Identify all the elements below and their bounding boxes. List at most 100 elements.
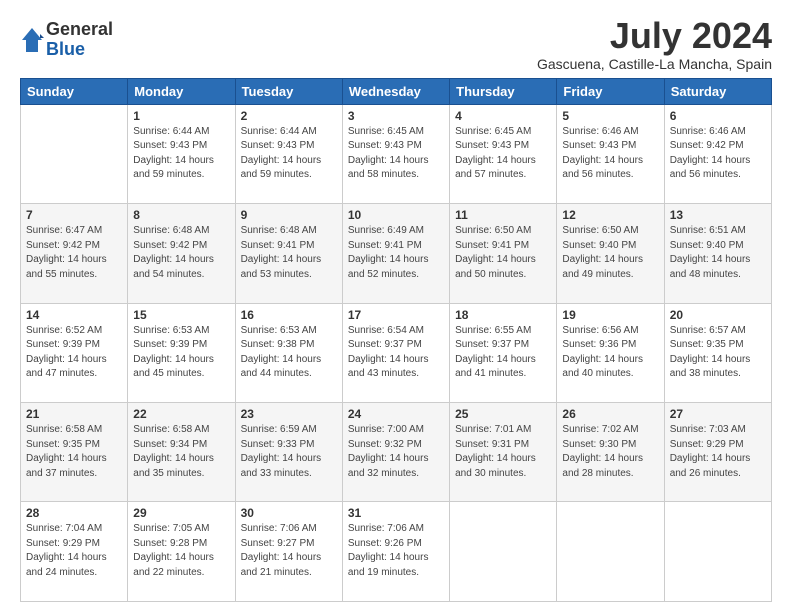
cell-info: Sunrise: 6:44 AM Sunset: 9:43 PM Dayligh… bbox=[241, 125, 337, 183]
cell-info: Sunrise: 6:58 AM Sunset: 9:35 PM Dayligh… bbox=[26, 423, 122, 481]
table-cell: 22 Sunrise: 6:58 AM Sunset: 9:34 PM Dayli… bbox=[128, 403, 235, 502]
table-row: 14 Sunrise: 6:52 AM Sunset: 9:39 PM Dayli… bbox=[21, 303, 772, 402]
day-number: 23 bbox=[241, 407, 337, 421]
logo-text: General Blue bbox=[46, 20, 113, 60]
day-number: 4 bbox=[455, 109, 551, 123]
cell-info: Sunrise: 6:48 AM Sunset: 9:41 PM Dayligh… bbox=[241, 224, 337, 282]
day-number: 11 bbox=[455, 208, 551, 222]
table-cell: 16 Sunrise: 6:53 AM Sunset: 9:38 PM Dayli… bbox=[235, 303, 342, 402]
table-row: 28 Sunrise: 7:04 AM Sunset: 9:29 PM Dayli… bbox=[21, 502, 772, 602]
cell-info: Sunrise: 6:55 AM Sunset: 9:37 PM Dayligh… bbox=[455, 324, 551, 382]
day-number: 7 bbox=[26, 208, 122, 222]
day-number: 20 bbox=[670, 308, 766, 322]
day-number: 28 bbox=[26, 506, 122, 520]
cell-info: Sunrise: 7:01 AM Sunset: 9:31 PM Dayligh… bbox=[455, 423, 551, 481]
cell-info: Sunrise: 7:05 AM Sunset: 9:28 PM Dayligh… bbox=[133, 522, 229, 580]
cell-info: Sunrise: 7:06 AM Sunset: 9:27 PM Dayligh… bbox=[241, 522, 337, 580]
table-cell: 18 Sunrise: 6:55 AM Sunset: 9:37 PM Dayli… bbox=[450, 303, 557, 402]
cell-info: Sunrise: 6:59 AM Sunset: 9:33 PM Dayligh… bbox=[241, 423, 337, 481]
table-cell: 25 Sunrise: 7:01 AM Sunset: 9:31 PM Dayli… bbox=[450, 403, 557, 502]
table-cell: 23 Sunrise: 6:59 AM Sunset: 9:33 PM Dayli… bbox=[235, 403, 342, 502]
table-cell: 26Sunrise: 7:02 AM Sunset: 9:30 PM Dayli… bbox=[557, 403, 664, 502]
cell-info: Sunrise: 6:57 AM Sunset: 9:35 PM Dayligh… bbox=[670, 324, 766, 382]
day-number: 22 bbox=[133, 407, 229, 421]
cell-info: Sunrise: 6:56 AM Sunset: 9:36 PM Dayligh… bbox=[562, 324, 658, 382]
day-number: 24 bbox=[348, 407, 444, 421]
table-cell bbox=[21, 104, 128, 203]
day-number: 15 bbox=[133, 308, 229, 322]
main-title: July 2024 bbox=[537, 16, 772, 56]
table-cell: 28 Sunrise: 7:04 AM Sunset: 9:29 PM Dayli… bbox=[21, 502, 128, 602]
calendar-table: Sunday Monday Tuesday Wednesday Thursday… bbox=[20, 78, 772, 602]
cell-info: Sunrise: 7:06 AM Sunset: 9:26 PM Dayligh… bbox=[348, 522, 444, 580]
table-cell: 13 Sunrise: 6:51 AM Sunset: 9:40 PM Dayli… bbox=[664, 204, 771, 303]
table-cell: 14 Sunrise: 6:52 AM Sunset: 9:39 PM Dayli… bbox=[21, 303, 128, 402]
table-cell: 11Sunrise: 6:50 AM Sunset: 9:41 PM Dayli… bbox=[450, 204, 557, 303]
cell-info: Sunrise: 6:48 AM Sunset: 9:42 PM Dayligh… bbox=[133, 224, 229, 282]
cell-info: Sunrise: 7:03 AM Sunset: 9:29 PM Dayligh… bbox=[670, 423, 766, 481]
col-saturday: Saturday bbox=[664, 78, 771, 104]
cell-info: Sunrise: 6:46 AM Sunset: 9:43 PM Dayligh… bbox=[562, 125, 658, 183]
table-cell bbox=[664, 502, 771, 602]
day-number: 25 bbox=[455, 407, 551, 421]
cell-info: Sunrise: 6:44 AM Sunset: 9:43 PM Dayligh… bbox=[133, 125, 229, 183]
table-cell: 4Sunrise: 6:45 AM Sunset: 9:43 PM Daylig… bbox=[450, 104, 557, 203]
cell-info: Sunrise: 7:04 AM Sunset: 9:29 PM Dayligh… bbox=[26, 522, 122, 580]
day-number: 16 bbox=[241, 308, 337, 322]
day-number: 2 bbox=[241, 109, 337, 123]
table-cell: 12 Sunrise: 6:50 AM Sunset: 9:40 PM Dayli… bbox=[557, 204, 664, 303]
table-cell: 8Sunrise: 6:48 AM Sunset: 9:42 PM Daylig… bbox=[128, 204, 235, 303]
cell-info: Sunrise: 6:54 AM Sunset: 9:37 PM Dayligh… bbox=[348, 324, 444, 382]
cell-info: Sunrise: 6:49 AM Sunset: 9:41 PM Dayligh… bbox=[348, 224, 444, 282]
day-number: 5 bbox=[562, 109, 658, 123]
day-number: 18 bbox=[455, 308, 551, 322]
day-number: 19 bbox=[562, 308, 658, 322]
table-cell: 7 Sunrise: 6:47 AM Sunset: 9:42 PM Daylig… bbox=[21, 204, 128, 303]
col-friday: Friday bbox=[557, 78, 664, 104]
cell-info: Sunrise: 6:47 AM Sunset: 9:42 PM Dayligh… bbox=[26, 224, 122, 282]
subtitle: Gascuena, Castille-La Mancha, Spain bbox=[537, 56, 772, 72]
cell-info: Sunrise: 6:52 AM Sunset: 9:39 PM Dayligh… bbox=[26, 324, 122, 382]
day-number: 17 bbox=[348, 308, 444, 322]
col-sunday: Sunday bbox=[21, 78, 128, 104]
table-cell bbox=[557, 502, 664, 602]
table-cell: 17 Sunrise: 6:54 AM Sunset: 9:37 PM Dayli… bbox=[342, 303, 449, 402]
logo-icon bbox=[20, 26, 44, 54]
day-number: 29 bbox=[133, 506, 229, 520]
cell-info: Sunrise: 7:00 AM Sunset: 9:32 PM Dayligh… bbox=[348, 423, 444, 481]
calendar-header-row: Sunday Monday Tuesday Wednesday Thursday… bbox=[21, 78, 772, 104]
table-cell: 9Sunrise: 6:48 AM Sunset: 9:41 PM Daylig… bbox=[235, 204, 342, 303]
cell-info: Sunrise: 6:53 AM Sunset: 9:38 PM Dayligh… bbox=[241, 324, 337, 382]
logo: General Blue bbox=[20, 20, 113, 60]
cell-info: Sunrise: 6:51 AM Sunset: 9:40 PM Dayligh… bbox=[670, 224, 766, 282]
table-row: 21 Sunrise: 6:58 AM Sunset: 9:35 PM Dayli… bbox=[21, 403, 772, 502]
cell-info: Sunrise: 6:58 AM Sunset: 9:34 PM Dayligh… bbox=[133, 423, 229, 481]
cell-info: Sunrise: 6:50 AM Sunset: 9:40 PM Dayligh… bbox=[562, 224, 658, 282]
table-cell: 20 Sunrise: 6:57 AM Sunset: 9:35 PM Dayli… bbox=[664, 303, 771, 402]
day-number: 21 bbox=[26, 407, 122, 421]
cell-info: Sunrise: 6:46 AM Sunset: 9:42 PM Dayligh… bbox=[670, 125, 766, 183]
logo-general: General bbox=[46, 20, 113, 40]
day-number: 6 bbox=[670, 109, 766, 123]
day-number: 14 bbox=[26, 308, 122, 322]
table-cell: 15 Sunrise: 6:53 AM Sunset: 9:39 PM Dayli… bbox=[128, 303, 235, 402]
cell-info: Sunrise: 6:53 AM Sunset: 9:39 PM Dayligh… bbox=[133, 324, 229, 382]
table-cell: 29 Sunrise: 7:05 AM Sunset: 9:28 PM Dayli… bbox=[128, 502, 235, 602]
day-number: 13 bbox=[670, 208, 766, 222]
col-thursday: Thursday bbox=[450, 78, 557, 104]
table-row: 1Sunrise: 6:44 AM Sunset: 9:43 PM Daylig… bbox=[21, 104, 772, 203]
table-cell: 1Sunrise: 6:44 AM Sunset: 9:43 PM Daylig… bbox=[128, 104, 235, 203]
logo-blue: Blue bbox=[46, 40, 113, 60]
table-cell: 10Sunrise: 6:49 AM Sunset: 9:41 PM Dayli… bbox=[342, 204, 449, 303]
table-cell: 21 Sunrise: 6:58 AM Sunset: 9:35 PM Dayli… bbox=[21, 403, 128, 502]
col-monday: Monday bbox=[128, 78, 235, 104]
table-cell: 30Sunrise: 7:06 AM Sunset: 9:27 PM Dayli… bbox=[235, 502, 342, 602]
day-number: 31 bbox=[348, 506, 444, 520]
cell-info: Sunrise: 6:45 AM Sunset: 9:43 PM Dayligh… bbox=[348, 125, 444, 183]
table-cell: 3Sunrise: 6:45 AM Sunset: 9:43 PM Daylig… bbox=[342, 104, 449, 203]
table-cell: 19 Sunrise: 6:56 AM Sunset: 9:36 PM Dayli… bbox=[557, 303, 664, 402]
table-cell: 2 Sunrise: 6:44 AM Sunset: 9:43 PM Daylig… bbox=[235, 104, 342, 203]
day-number: 12 bbox=[562, 208, 658, 222]
col-tuesday: Tuesday bbox=[235, 78, 342, 104]
day-number: 27 bbox=[670, 407, 766, 421]
